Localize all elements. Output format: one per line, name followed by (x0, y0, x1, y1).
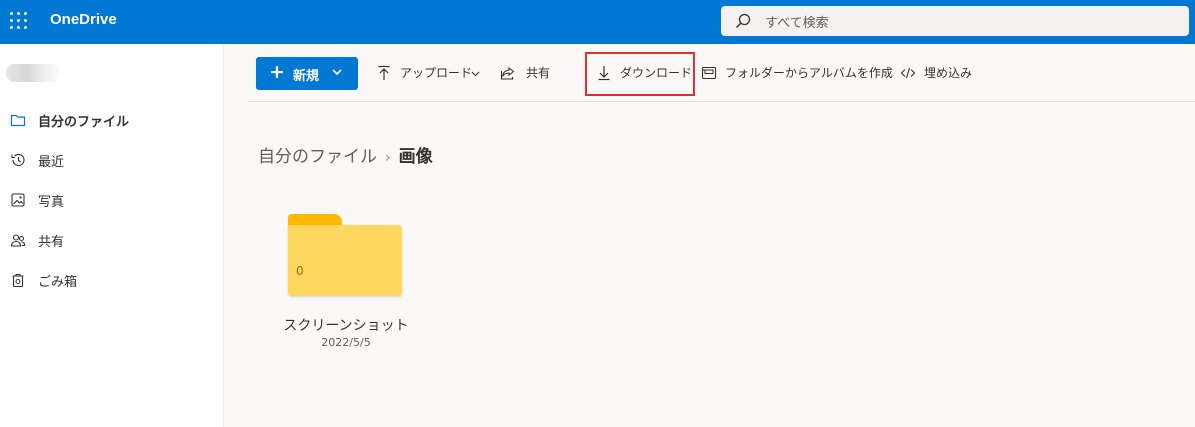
sidebar-item-recycle-bin[interactable]: ごみ箱 (0, 262, 223, 298)
people-icon (10, 234, 26, 247)
app-launcher-icon[interactable] (10, 12, 28, 30)
sidebar-item-recent[interactable]: 最近 (0, 142, 223, 178)
sidebar-item-photos[interactable]: 写真 (0, 182, 223, 218)
sidebar-item-shared[interactable]: 共有 (0, 222, 223, 258)
create-album-button[interactable]: フォルダーからアルバムを作成 (701, 58, 893, 88)
account-name[interactable] (6, 64, 60, 82)
share-label: 共有 (526, 66, 551, 80)
sidebar-item-my-files[interactable]: 自分のファイル (0, 102, 223, 138)
download-button[interactable]: ダウンロード (596, 58, 692, 88)
breadcrumb-separator-icon: › (385, 150, 391, 166)
folder-date: 2022/5/5 (321, 336, 371, 349)
folder-tile[interactable]: 0 スクリーンショット 2022/5/5 (274, 204, 430, 354)
photo-icon (11, 193, 25, 207)
sidebar-item-label: 写真 (38, 195, 65, 210)
upload-icon (378, 65, 390, 80)
new-button[interactable]: + 新規 (256, 57, 358, 90)
sidebar-item-label: 自分のファイル (38, 115, 130, 130)
chevron-down-icon (332, 69, 342, 75)
search-placeholder: すべて検索 (765, 16, 829, 31)
folder-name[interactable]: スクリーンショット (274, 315, 418, 335)
embed-button[interactable]: 埋め込み (900, 58, 985, 88)
sidebar: 自分のファイル 最近 写真 共有 ごみ箱 (0, 44, 224, 427)
top-bar: OneDrive すべて検索 (0, 0, 1195, 44)
folder-icon: 0 (288, 214, 402, 298)
new-button-label: 新規 (293, 69, 320, 84)
chevron-down-icon (471, 71, 480, 77)
history-icon (11, 153, 25, 166)
search-icon (736, 13, 751, 28)
search-box[interactable]: すべて検索 (721, 6, 1189, 36)
album-icon (701, 66, 717, 80)
breadcrumb: 自分のファイル › 画像 (258, 142, 433, 167)
breadcrumb-current: 画像 (398, 147, 433, 167)
sidebar-item-label: 最近 (38, 155, 65, 170)
download-icon (598, 66, 610, 81)
folder-icon (10, 114, 26, 127)
sidebar-item-label: 共有 (38, 235, 65, 250)
share-icon (500, 66, 515, 80)
sidebar-item-label: ごみ箱 (38, 275, 78, 290)
share-button[interactable]: 共有 (500, 58, 552, 88)
embed-label: 埋め込み (924, 66, 973, 80)
main-content: + 新規 アップロード 共有 ダウンロード フォルダーからアルバムを作成 埋め込… (224, 44, 1195, 427)
folder-item-count: 0 (296, 264, 304, 278)
create-album-label: フォルダーからアルバムを作成 (725, 66, 893, 80)
plus-icon: + (269, 61, 285, 83)
app-title[interactable]: OneDrive (50, 11, 117, 28)
command-bar: + 新規 アップロード 共有 ダウンロード フォルダーからアルバムを作成 埋め込… (248, 52, 1195, 102)
upload-button[interactable]: アップロード (376, 58, 482, 88)
upload-label: アップロード (400, 66, 473, 80)
embed-code-icon (900, 67, 916, 79)
download-label: ダウンロード (620, 66, 693, 80)
breadcrumb-parent[interactable]: 自分のファイル (258, 147, 377, 167)
recycle-bin-icon (12, 273, 24, 288)
